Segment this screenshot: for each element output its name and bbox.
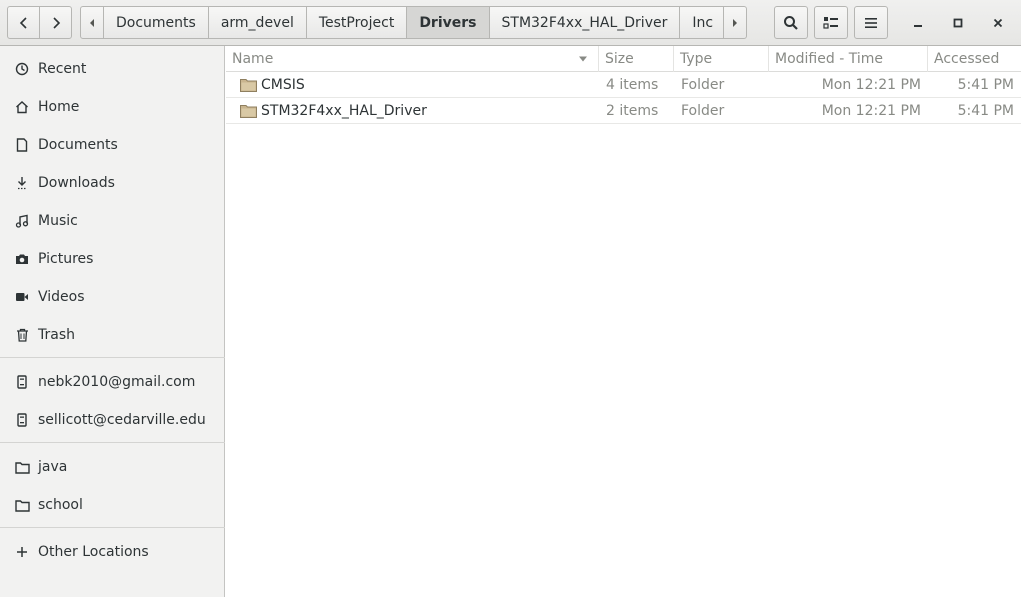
trash-icon — [14, 327, 30, 343]
file-modified: Mon 12:21 PM — [821, 77, 921, 93]
column-name[interactable]: Name — [226, 46, 599, 72]
crumb-arm-devel[interactable]: arm_devel — [207, 6, 307, 39]
sidebar-item-label: Downloads — [38, 175, 115, 191]
column-accessed[interactable]: Accessed — [928, 46, 1021, 72]
file-size: 2 items — [606, 103, 659, 119]
column-modified-label: Modified - Time — [775, 51, 883, 67]
sidebar-item-trash[interactable]: Trash — [0, 316, 225, 354]
search-icon — [784, 15, 798, 30]
triangle-left-icon — [90, 18, 94, 27]
folder-icon — [240, 98, 257, 124]
plus-icon — [14, 544, 30, 560]
folder-icon — [14, 497, 30, 513]
path-scroll-right-button[interactable] — [723, 6, 748, 39]
folder-icon — [14, 459, 30, 475]
column-type-label: Type — [680, 51, 713, 67]
sidebar-divider — [0, 442, 225, 443]
home-icon — [14, 99, 30, 115]
document-icon — [14, 137, 30, 153]
sidebar-item-school[interactable]: school — [0, 486, 225, 524]
breadcrumb: Documents arm_devel TestProject Drivers … — [80, 6, 748, 39]
triangle-right-icon — [733, 18, 738, 27]
crumb-documents[interactable]: Documents — [103, 6, 209, 39]
sidebar-item-other-locations[interactable]: Other Locations — [0, 533, 225, 571]
search-button[interactable] — [774, 6, 808, 39]
column-size[interactable]: Size — [599, 46, 674, 72]
camera-icon — [14, 251, 30, 267]
file-accessed: 5:41 PM — [957, 77, 1014, 93]
crumb-testproject[interactable]: TestProject — [305, 6, 408, 39]
close-button[interactable] — [983, 8, 1013, 38]
sidebar-item-videos[interactable]: Videos — [0, 278, 225, 316]
sidebar-item-music[interactable]: Music — [0, 202, 225, 240]
file-name: CMSIS — [261, 77, 305, 93]
minimize-icon — [914, 25, 922, 27]
sidebar-item-label: nebk2010@gmail.com — [38, 374, 196, 390]
sidebar-item-java[interactable]: java — [0, 448, 225, 486]
view-toggle-button[interactable] — [814, 6, 848, 39]
folder-icon — [240, 72, 257, 98]
network-drive-icon — [14, 412, 30, 428]
sidebar-item-account-cedarville[interactable]: sellicott@cedarville.edu — [0, 401, 225, 439]
file-type: Folder — [681, 77, 725, 93]
sidebar-item-label: Music — [38, 213, 78, 229]
sidebar-item-recent[interactable]: Recent — [0, 50, 225, 88]
sidebar: Recent Home Documents Downloads Music Pi… — [0, 46, 225, 597]
header-bar: Documents arm_devel TestProject Drivers … — [0, 0, 1021, 46]
close-icon — [993, 18, 1003, 28]
download-icon — [14, 175, 30, 191]
sidebar-item-label: Documents — [38, 137, 118, 153]
sidebar-item-label: school — [38, 497, 83, 513]
sidebar-item-label: Trash — [38, 327, 75, 343]
sidebar-item-label: Home — [38, 99, 80, 115]
sidebar-item-home[interactable]: Home — [0, 88, 225, 126]
file-manager-window: Documents arm_devel TestProject Drivers … — [0, 0, 1021, 597]
crumb-drivers[interactable]: Drivers — [406, 6, 490, 39]
sidebar-item-pictures[interactable]: Pictures — [0, 240, 225, 278]
network-drive-icon — [14, 374, 30, 390]
column-name-label: Name — [232, 51, 274, 67]
table-row[interactable]: STM32F4xx_HAL_Driver 2 items Folder Mon … — [226, 98, 1021, 124]
file-accessed: 5:41 PM — [957, 103, 1014, 119]
hamburger-icon — [865, 17, 877, 28]
file-size: 4 items — [606, 77, 659, 93]
forward-button[interactable] — [39, 6, 72, 39]
list-view-icon — [823, 16, 838, 29]
file-name: STM32F4xx_HAL_Driver — [261, 103, 427, 119]
sidebar-item-label: java — [38, 459, 68, 475]
maximize-icon — [953, 18, 963, 28]
path-scroll-left-button[interactable] — [80, 6, 104, 39]
column-header-row: Name Size Type Modified - Time Accessed — [226, 46, 1021, 72]
file-modified: Mon 12:21 PM — [821, 103, 921, 119]
file-list-view: Name Size Type Modified - Time Accessed … — [226, 46, 1021, 597]
crumb-inc[interactable]: Inc — [679, 6, 725, 39]
chevron-left-icon — [19, 16, 27, 29]
sidebar-item-label: Other Locations — [38, 544, 149, 560]
table-row[interactable]: CMSIS 4 items Folder Mon 12:21 PM 5:41 P… — [226, 72, 1021, 98]
menu-button[interactable] — [854, 6, 888, 39]
sidebar-item-label: Recent — [38, 61, 87, 77]
column-size-label: Size — [605, 51, 634, 67]
sidebar-item-account-gmail[interactable]: nebk2010@gmail.com — [0, 363, 225, 401]
back-button[interactable] — [7, 6, 40, 39]
sidebar-divider — [0, 527, 225, 528]
sidebar-item-label: Pictures — [38, 251, 94, 267]
column-accessed-label: Accessed — [934, 51, 1000, 67]
sort-descending-icon — [579, 56, 587, 62]
column-type[interactable]: Type — [674, 46, 769, 72]
sidebar-divider — [0, 357, 225, 358]
sidebar-item-label: Videos — [38, 289, 85, 305]
minimize-button[interactable] — [903, 8, 933, 38]
sidebar-item-label: sellicott@cedarville.edu — [38, 412, 206, 428]
crumb-stm32f4xx-hal-driver[interactable]: STM32F4xx_HAL_Driver — [488, 6, 681, 39]
music-icon — [14, 213, 30, 229]
sidebar-item-downloads[interactable]: Downloads — [0, 164, 225, 202]
clock-icon — [14, 61, 30, 77]
column-modified[interactable]: Modified - Time — [769, 46, 928, 72]
maximize-button[interactable] — [943, 8, 973, 38]
file-type: Folder — [681, 103, 725, 119]
chevron-right-icon — [52, 16, 60, 29]
sidebar-item-documents[interactable]: Documents — [0, 126, 225, 164]
video-icon — [14, 289, 30, 305]
